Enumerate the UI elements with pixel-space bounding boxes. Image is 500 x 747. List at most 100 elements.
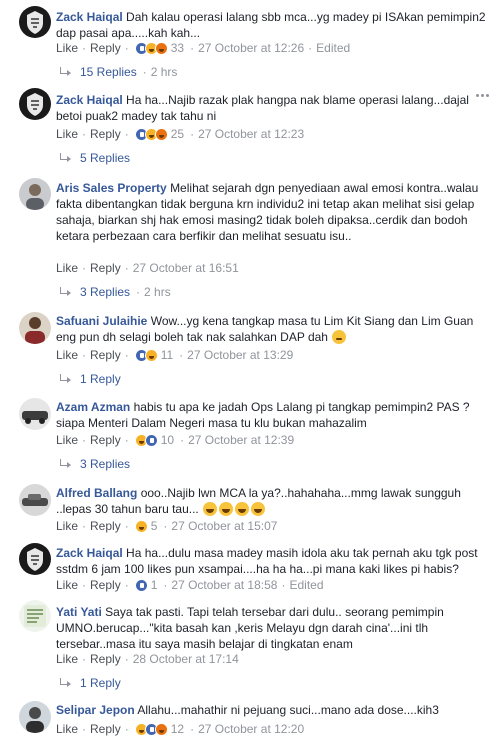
like-link[interactable]: Like [56,721,78,737]
profile-photo-icon [19,398,51,430]
timestamp[interactable]: 27 October at 18:58 [171,577,277,593]
haha-reaction-icon [134,519,148,533]
reply-link[interactable]: Reply [90,518,121,534]
reactions[interactable] [134,519,148,533]
avatar[interactable] [19,398,51,430]
reactions[interactable] [134,578,148,592]
timestamp[interactable]: 28 October at 17:14 [133,651,239,667]
commenter-name[interactable]: Yati Yati [56,605,102,619]
reaction-count: 5 [150,519,158,533]
like-reaction-icon [144,433,158,447]
reactions[interactable] [134,433,158,447]
comment-actions: Like · Reply · 10 · 27 October at 12:39 [56,432,295,448]
timestamp[interactable]: 27 October at 16:51 [133,260,239,276]
comment-text: Saya tak pasti. Tapi telah tersebar dari… [56,605,444,651]
view-replies[interactable]: 5 Replies [56,150,130,166]
like-link[interactable]: Like [56,518,78,534]
commenter-name[interactable]: Zack Haiqal [56,546,123,560]
avatar[interactable] [19,543,51,575]
reply-arrow-icon [58,374,72,384]
edited-label[interactable]: Edited [289,577,323,593]
haha-reaction-icon [144,348,158,362]
reaction-count: 11 [160,348,174,362]
profile-photo-icon [19,484,51,516]
reply-link[interactable]: Reply [90,432,121,448]
laughing-emoji-icon [203,502,218,516]
reactions[interactable] [134,41,168,55]
profile-photo-icon [19,178,51,210]
view-replies[interactable]: 3 Replies · 2 hrs [56,284,171,300]
reply-link[interactable]: Reply [90,577,121,593]
commenter-name[interactable]: Zack Haiqal [56,10,123,24]
comment-actions: Like · Reply · 12 · 27 October at 12:20 [56,721,305,737]
commenter-name[interactable]: Alfred Ballang [56,486,137,500]
comment-body: Zack Haiqal Ha ha...Najib razak plak han… [56,92,486,124]
avatar[interactable] [19,701,51,733]
like-link[interactable]: Like [56,260,78,276]
replies-count-link[interactable]: 1 Reply [80,675,121,691]
view-replies[interactable]: 15 Replies · 2 hrs [56,64,177,80]
shield-logo-icon [19,543,51,575]
replies-count-link[interactable]: 3 Replies [80,456,130,472]
like-link[interactable]: Like [56,432,78,448]
commenter-name[interactable]: Zack Haiqal [56,93,123,107]
comment-actions: Like · Reply · 27 October at 16:51 [56,260,239,276]
reply-link[interactable]: Reply [90,126,121,142]
reply-arrow-icon [58,459,72,469]
timestamp[interactable]: 27 October at 12:23 [198,126,304,142]
avatar[interactable] [19,6,51,38]
avatar[interactable] [19,88,51,120]
reactions[interactable] [134,127,168,141]
replies-time: 2 hrs [150,65,178,79]
reply-link[interactable]: Reply [90,260,121,276]
laughing-emoji-icon [251,502,266,516]
commenter-name[interactable]: Aris Sales Property [56,181,167,195]
timestamp[interactable]: 27 October at 12:26 [198,40,304,56]
reaction-count: 10 [160,433,175,447]
timestamp[interactable]: 27 October at 12:20 [198,721,304,737]
profile-photo-icon [19,701,51,733]
view-replies[interactable]: 1 Reply [56,371,121,387]
like-link[interactable]: Like [56,577,78,593]
reaction-count: 25 [170,127,185,141]
commenter-name[interactable]: Azam Azman [56,400,130,414]
avatar[interactable] [19,484,51,516]
view-replies[interactable]: 3 Replies [56,456,130,472]
commenter-name[interactable]: Safuani Julaihie [56,314,147,328]
timestamp[interactable]: 27 October at 12:39 [188,432,294,448]
replies-count-link[interactable]: 15 Replies [80,64,137,80]
angry-reaction-icon [154,41,168,55]
view-replies[interactable]: 1 Reply [56,675,121,691]
replies-count-link[interactable]: 3 Replies [80,284,130,300]
commenter-name[interactable]: Selipar Jepon [56,703,135,717]
reactions[interactable] [134,722,168,736]
comment-body: Azam Azman habis tu apa ke jadah Ops Lal… [56,399,486,431]
like-link[interactable]: Like [56,651,78,667]
like-link[interactable]: Like [56,40,78,56]
comment-text: Allahu...mahathir ni pejuang suci...mano… [137,703,439,717]
comment-actions: Like · Reply · 33 · 27 October at 12:26 … [56,40,351,56]
comment-actions: Like · Reply · 28 October at 17:14 [56,651,239,667]
like-link[interactable]: Like [56,347,78,363]
replies-count-link[interactable]: 5 Replies [80,150,130,166]
timestamp[interactable]: 27 October at 15:07 [171,518,277,534]
comment-body: Zack Haiqal Dah kalau operasi lalang sbb… [56,9,486,41]
laughing-emoji-icon [219,502,234,516]
reaction-count: 33 [170,41,185,55]
reply-link[interactable]: Reply [90,651,121,667]
reply-link[interactable]: Reply [90,40,121,56]
comment-body: Alfred Ballang ooo..Najib lwn MCA la ya?… [56,485,486,517]
timestamp[interactable]: 27 October at 13:29 [187,347,293,363]
reactions[interactable] [134,348,158,362]
like-link[interactable]: Like [56,126,78,142]
comment-body: Zack Haiqal Ha ha...dulu masa madey masi… [56,545,486,577]
reply-link[interactable]: Reply [90,347,121,363]
edited-label[interactable]: Edited [316,40,350,56]
replies-count-link[interactable]: 1 Reply [80,371,121,387]
laughing-emoji-icon [235,502,250,516]
avatar[interactable] [19,178,51,210]
avatar[interactable] [19,312,51,344]
avatar[interactable] [19,600,51,632]
reply-link[interactable]: Reply [90,721,121,737]
comment-actions: Like · Reply · 25 · 27 October at 12:23 [56,126,305,142]
